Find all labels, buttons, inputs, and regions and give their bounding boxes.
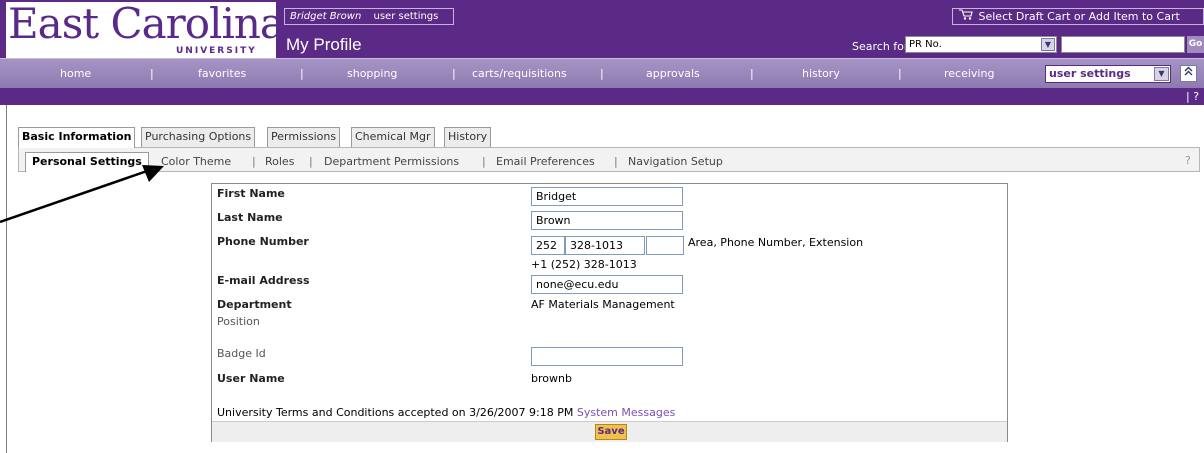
phone-label: Phone Number	[217, 235, 309, 248]
system-messages-link[interactable]: System Messages	[577, 406, 675, 419]
phone-extension-field[interactable]	[646, 236, 684, 255]
nav-approvals[interactable]: approvals	[646, 67, 700, 80]
department-value: AF Materials Management	[531, 298, 675, 311]
subtab-separator: |	[482, 155, 486, 168]
search-input[interactable]	[1061, 36, 1185, 53]
cart-label: Select Draft Cart or Add Item to Cart	[978, 10, 1180, 23]
subtab-separator: |	[309, 155, 313, 168]
terms-text: University Terms and Conditions accepted…	[217, 406, 574, 419]
phone-hint: Area, Phone Number, Extension	[688, 236, 864, 249]
subtab-navigation-setup[interactable]: Navigation Setup	[628, 155, 723, 168]
terms-line: University Terms and Conditions accepted…	[217, 406, 675, 419]
subtab-roles[interactable]: Roles	[265, 155, 294, 168]
badge-id-label: Badge Id	[217, 347, 266, 360]
go-button[interactable]: Go	[1187, 36, 1204, 53]
nav-favorites[interactable]: favorites	[198, 67, 246, 80]
phone-formatted: +1 (252) 328-1013	[531, 258, 637, 271]
page-title: My Profile	[286, 35, 362, 54]
search-type-select[interactable]: PR No. ▼	[905, 36, 1057, 53]
last-name-label: Last Name	[217, 211, 283, 224]
sub-tab-bar: Personal Settings Color Theme | Roles | …	[18, 147, 1200, 172]
subtab-email-preferences[interactable]: Email Preferences	[496, 155, 595, 168]
user-settings-value: user settings	[1049, 67, 1131, 80]
first-name-field[interactable]: Bridget	[531, 187, 683, 206]
form-footer: Save	[212, 421, 1007, 442]
nav-separator: |	[150, 67, 154, 80]
sub-header-strip	[0, 88, 1204, 105]
tab-purchasing-options[interactable]: Purchasing Options	[141, 127, 256, 147]
email-field[interactable]: none@ecu.edu	[531, 275, 683, 294]
email-label: E-mail Address	[217, 274, 310, 287]
subtab-department-permissions[interactable]: Department Permissions	[324, 155, 459, 168]
personal-settings-form: First Name Bridget Last Name Brown Phone…	[211, 183, 1008, 442]
chevron-down-icon[interactable]: ▼	[1154, 67, 1169, 81]
subtab-separator: |	[614, 155, 618, 168]
user-info-box: Bridget Brown user settings	[284, 8, 454, 25]
subtab-separator: |	[252, 155, 256, 168]
nav-history[interactable]: history	[802, 67, 840, 80]
header-bar: East Carolina UNIVERSITY Bridget Brown u…	[0, 0, 1204, 60]
annotation-arrow	[0, 165, 164, 224]
nav-separator: |	[750, 67, 754, 80]
last-name-field[interactable]: Brown	[531, 211, 683, 230]
phone-area-field[interactable]: 252	[531, 236, 565, 255]
nav-home[interactable]: home	[60, 67, 91, 80]
cart-icon	[959, 9, 975, 24]
nav-receiving[interactable]: receiving	[944, 67, 994, 80]
badge-id-field[interactable]	[531, 347, 683, 366]
user-settings-select[interactable]: user settings ▼	[1045, 65, 1171, 83]
nav-separator: |	[898, 67, 902, 80]
save-button[interactable]: Save	[595, 424, 627, 440]
nav-separator: |	[600, 67, 604, 80]
first-name-label: First Name	[217, 187, 285, 200]
username-value: brownb	[531, 372, 572, 385]
search-type-value: PR No.	[909, 39, 942, 50]
nav-separator: |	[300, 67, 304, 80]
department-label: Department	[217, 298, 292, 311]
tab-basic-information[interactable]: Basic Information	[18, 127, 136, 148]
logo-subtitle: UNIVERSITY	[176, 46, 257, 56]
university-logo[interactable]: East Carolina UNIVERSITY	[6, 0, 285, 60]
user-name-link[interactable]: Bridget Brown	[290, 11, 361, 22]
tab-history[interactable]: History	[444, 127, 492, 147]
tab-chemical-mgr[interactable]: Chemical Mgr	[351, 127, 435, 147]
double-chevron-up-icon[interactable]	[1180, 65, 1197, 82]
nav-shopping[interactable]: shopping	[347, 67, 397, 80]
tab-permissions[interactable]: Permissions	[267, 127, 341, 147]
chevron-down-icon[interactable]: ▼	[1041, 38, 1055, 51]
nav-separator: |	[452, 67, 456, 80]
logo-wordmark: East Carolina	[8, 0, 285, 48]
phone-number-field[interactable]: 328-1013	[565, 236, 645, 255]
cart-selector[interactable]: Select Draft Cart or Add Item to Cart	[952, 8, 1204, 25]
username-label: User Name	[217, 372, 285, 385]
user-settings-link[interactable]: user settings	[374, 11, 439, 22]
help-link[interactable]: | ?	[1186, 90, 1199, 103]
content-frame-border	[6, 105, 7, 453]
nav-carts-requisitions[interactable]: carts/requisitions	[472, 67, 567, 80]
main-nav: home | favorites | shopping | carts/requ…	[0, 58, 1204, 88]
search-label: Search for	[852, 40, 909, 53]
subtab-help-link[interactable]: ?	[1185, 154, 1191, 167]
position-label: Position	[217, 315, 260, 328]
